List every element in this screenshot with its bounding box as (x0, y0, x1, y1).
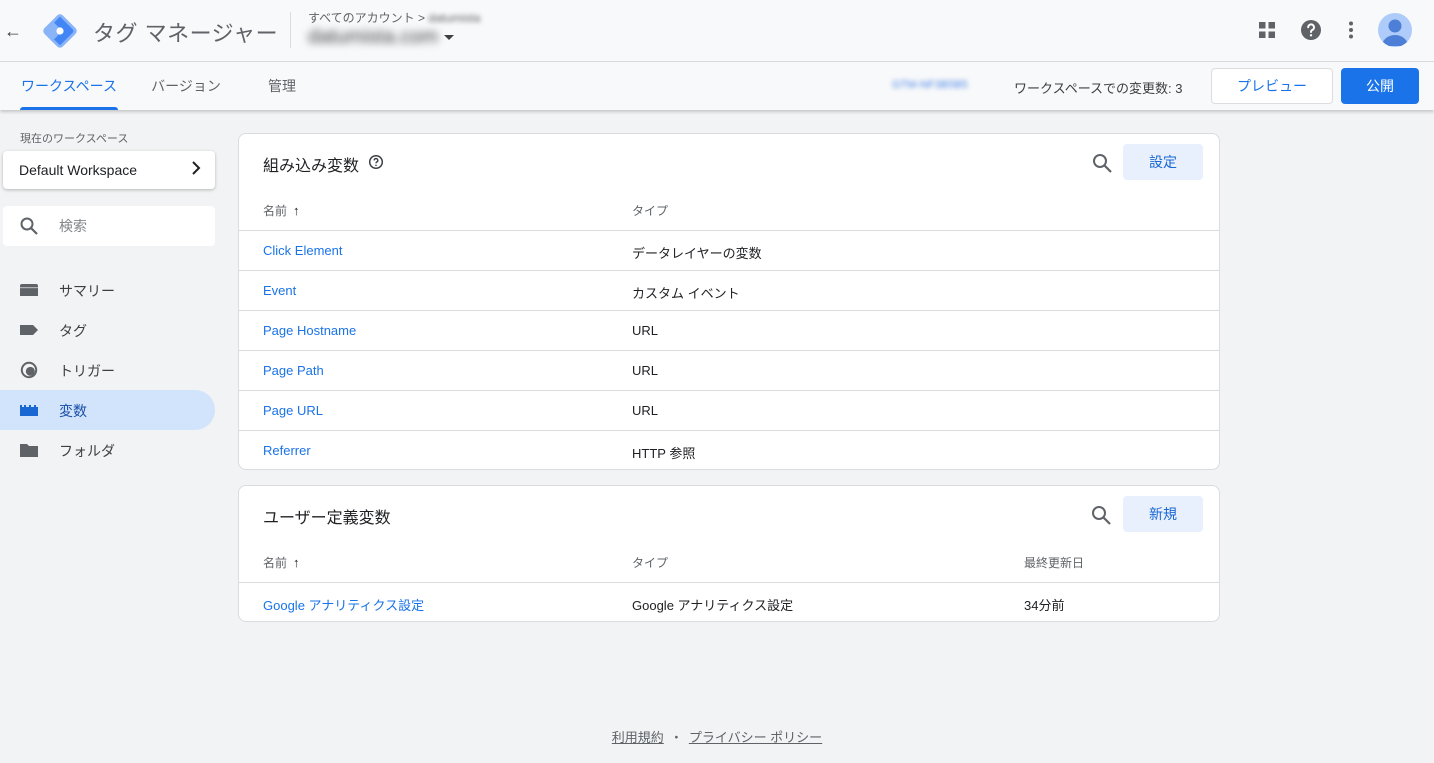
variable-last-edited: 34分前 (1024, 598, 1065, 613)
search-icon[interactable] (1090, 504, 1112, 526)
terms-link[interactable]: 利用規約 (612, 730, 664, 745)
table-row: Referrer HTTP 参照 (239, 430, 1219, 469)
header-divider (290, 12, 291, 48)
sidebar-item-folders[interactable]: フォルダ (0, 430, 215, 470)
sidebar-item-label: タグ (59, 323, 87, 339)
search-input[interactable] (59, 216, 199, 236)
tag-manager-logo (43, 14, 77, 48)
column-header-type[interactable]: タイプ (632, 554, 668, 571)
variable-name-link[interactable]: Event (263, 283, 296, 298)
table-row: Page URL URL (239, 390, 1219, 430)
tab-workspace[interactable]: ワークスペース (14, 62, 124, 110)
user-defined-variables-card: ユーザー定義変数 新規 名前 ↑ タイプ 最終更新日 Google アナリティクス… (238, 485, 1220, 622)
configure-button[interactable]: 設定 (1123, 144, 1203, 180)
search-icon[interactable] (1091, 152, 1113, 174)
tag-icon (20, 325, 38, 335)
sidebar-item-label: 変数 (59, 403, 87, 419)
chevron-right-icon (191, 160, 201, 181)
column-header-name-label: 名前 (263, 556, 288, 570)
variable-name-link[interactable]: Click Element (263, 243, 342, 258)
variables-icon (20, 405, 38, 416)
help-outline-icon[interactable] (368, 154, 384, 170)
builtin-variables-title: 組み込み変数 (263, 158, 360, 175)
variable-type: URL (632, 403, 659, 418)
preview-button[interactable]: プレビュー (1211, 68, 1333, 104)
table-row: Page Hostname URL (239, 310, 1219, 350)
arrow-up-icon: ↑ (293, 555, 300, 570)
breadcrumb-account[interactable]: datumista (428, 11, 480, 25)
container-selector[interactable]: datumista.com (308, 26, 455, 49)
table-row: Event カスタム イベント (239, 270, 1219, 310)
help-icon[interactable] (1299, 18, 1323, 42)
summary-icon (20, 284, 38, 296)
column-header-name[interactable]: 名前 ↑ (263, 554, 300, 571)
footer: 利用規約・プライバシー ポリシー (0, 727, 1434, 746)
sidebar-item-label: トリガー (59, 363, 115, 379)
variable-type: データレイヤーの変数 (632, 246, 762, 261)
column-header-last-edited[interactable]: 最終更新日 (1024, 554, 1084, 571)
variable-name-link[interactable]: Referrer (263, 443, 311, 458)
variable-type: URL (632, 323, 659, 338)
variable-type: カスタム イベント (632, 286, 740, 301)
search-icon (20, 217, 38, 235)
variable-type: URL (632, 363, 659, 378)
account-avatar-icon[interactable] (1378, 13, 1412, 47)
tab-admin[interactable]: 管理 (252, 62, 312, 110)
variable-name-link[interactable]: Google アナリティクス設定 (263, 595, 424, 614)
table-row: Click Element データレイヤーの変数 (239, 230, 1219, 270)
publish-button[interactable]: 公開 (1341, 68, 1419, 104)
workspace-subnav: ワークスペース バージョン 管理 GTM-NF3B5B5 ワークスペースでの変更… (0, 62, 1434, 110)
column-header-type[interactable]: タイプ (632, 202, 668, 219)
caret-down-icon (444, 35, 455, 41)
table-row: Google アナリティクス設定 Google アナリティクス設定 34分前 (239, 582, 1219, 621)
column-header-name[interactable]: 名前 ↑ (263, 202, 300, 219)
workspace-changes-count: ワークスペースでの変更数: 3 (1014, 81, 1183, 96)
app-title: タグ マネージャー (93, 21, 279, 46)
breadcrumb-separator: > (418, 11, 426, 25)
breadcrumb-all-accounts[interactable]: すべてのアカウント (308, 11, 415, 25)
builtin-variables-card: 組み込み変数 設定 名前 ↑ タイプ Click Element データレイヤーの… (238, 133, 1220, 470)
footer-separator: ・ (669, 730, 683, 745)
container-id[interactable]: GTM-NF3B5B5 (892, 79, 968, 91)
avatar-person-icon (1382, 19, 1408, 46)
sidebar-item-label: フォルダ (59, 443, 115, 459)
workspace-selector[interactable]: Default Workspace (3, 151, 215, 189)
arrow-back-icon[interactable]: ← (4, 20, 22, 42)
folder-icon (20, 444, 38, 457)
sidebar-item-triggers[interactable]: トリガー (0, 350, 215, 390)
variable-type: HTTP 参照 (632, 446, 696, 461)
variable-name-link[interactable]: Page Path (263, 363, 324, 378)
top-app-bar: ← タグ マネージャー すべてのアカウント > datumista datumi… (0, 0, 1434, 62)
new-variable-button[interactable]: 新規 (1123, 496, 1203, 532)
more-vert-icon[interactable] (1339, 18, 1363, 42)
sidebar-item-tags[interactable]: タグ (0, 310, 215, 350)
table-row: Page Path URL (239, 350, 1219, 390)
privacy-policy-link[interactable]: プライバシー ポリシー (689, 730, 822, 745)
column-header-name-label: 名前 (263, 204, 288, 218)
variable-type: Google アナリティクス設定 (632, 598, 794, 613)
apps-grid-icon[interactable] (1255, 18, 1279, 42)
variable-name-link[interactable]: Page Hostname (263, 323, 356, 338)
variable-name-link[interactable]: Page URL (263, 403, 323, 418)
sidebar-item-variables[interactable]: 変数 (0, 390, 215, 430)
trigger-icon (20, 361, 38, 379)
container-name: datumista.com (308, 26, 439, 48)
sidebar-item-summary[interactable]: サマリー (0, 270, 215, 310)
tab-versions[interactable]: バージョン (140, 62, 232, 110)
sidebar-search (3, 206, 215, 246)
breadcrumb: すべてのアカウント > datumista (308, 9, 480, 26)
user-defined-variables-title: ユーザー定義変数 (263, 510, 391, 527)
arrow-up-icon: ↑ (293, 203, 300, 218)
workspace-name: Default Workspace (19, 162, 138, 178)
current-workspace-label: 現在のワークスペース (20, 133, 129, 145)
sidebar-item-label: サマリー (59, 283, 115, 299)
